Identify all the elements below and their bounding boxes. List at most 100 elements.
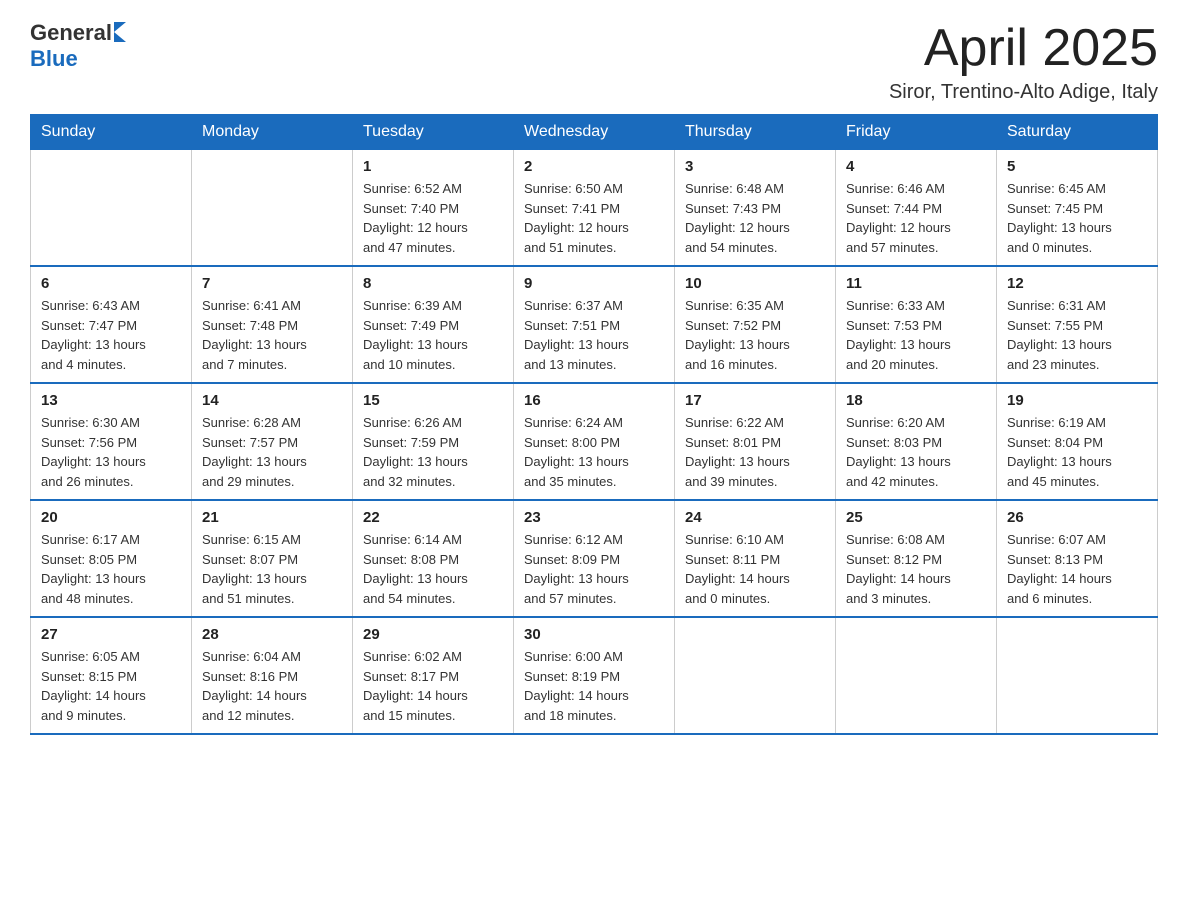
calendar-cell: 9Sunrise: 6:37 AM Sunset: 7:51 PM Daylig… [514, 266, 675, 383]
day-info: Sunrise: 6:12 AM Sunset: 8:09 PM Dayligh… [524, 530, 664, 608]
day-info: Sunrise: 6:52 AM Sunset: 7:40 PM Dayligh… [363, 179, 503, 257]
calendar-cell: 4Sunrise: 6:46 AM Sunset: 7:44 PM Daylig… [836, 150, 997, 267]
calendar-cell: 28Sunrise: 6:04 AM Sunset: 8:16 PM Dayli… [192, 617, 353, 734]
day-number: 21 [202, 509, 342, 526]
day-number: 30 [524, 626, 664, 643]
calendar-cell: 19 Sunrise: 6:19 AM Sunset: 8:04 PM Dayli… [997, 383, 1158, 500]
calendar-cell: 27 Sunrise: 6:05 AM Sunset: 8:15 PM Dayli… [31, 617, 192, 734]
day-info: Sunrise: 6:00 AM Sunset: 8:19 PM Dayligh… [524, 647, 664, 725]
calendar-cell: 14 Sunrise: 6:28 AM Sunset: 7:57 PM Dayli… [192, 383, 353, 500]
calendar-cell: 15 Sunrise: 6:26 AM Sunset: 7:59 PM Dayli… [353, 383, 514, 500]
calendar-cell [836, 617, 997, 734]
title-block: April 2025 Siror, Trentino-Alto Adige, I… [889, 20, 1158, 104]
calendar-cell: 23 Sunrise: 6:12 AM Sunset: 8:09 PM Dayli… [514, 500, 675, 617]
calendar-body: 1 Sunrise: 6:52 AM Sunset: 7:40 PM Daylig… [31, 150, 1158, 735]
day-info: Sunrise: 6:17 AM Sunset: 8:05 PM Dayligh… [41, 530, 181, 608]
day-number: 18 [846, 392, 986, 409]
day-number: 19 [1007, 392, 1147, 409]
calendar-week-2: 6Sunrise: 6:43 AM Sunset: 7:47 PM Daylig… [31, 266, 1158, 383]
day-number: 27 [41, 626, 181, 643]
logo-general-text: General [30, 20, 112, 46]
day-info: Sunrise: 6:41 AM Sunset: 7:48 PM Dayligh… [202, 296, 342, 374]
day-number: 29 [363, 626, 503, 643]
day-of-week-friday: Friday [836, 115, 997, 150]
day-info: Sunrise: 6:28 AM Sunset: 7:57 PM Dayligh… [202, 413, 342, 491]
calendar-table: SundayMondayTuesdayWednesdayThursdayFrid… [30, 114, 1158, 735]
day-number: 8 [363, 275, 503, 292]
days-of-week-row: SundayMondayTuesdayWednesdayThursdayFrid… [31, 115, 1158, 150]
day-info: Sunrise: 6:48 AM Sunset: 7:43 PM Dayligh… [685, 179, 825, 257]
calendar-cell: 22 Sunrise: 6:14 AM Sunset: 8:08 PM Dayli… [353, 500, 514, 617]
day-info: Sunrise: 6:22 AM Sunset: 8:01 PM Dayligh… [685, 413, 825, 491]
day-number: 7 [202, 275, 342, 292]
month-title: April 2025 [889, 20, 1158, 77]
day-number: 1 [363, 158, 503, 175]
calendar-cell: 17Sunrise: 6:22 AM Sunset: 8:01 PM Dayli… [675, 383, 836, 500]
calendar-cell: 26 Sunrise: 6:07 AM Sunset: 8:13 PM Dayli… [997, 500, 1158, 617]
day-of-week-thursday: Thursday [675, 115, 836, 150]
day-number: 10 [685, 275, 825, 292]
calendar-cell [192, 150, 353, 267]
day-number: 5 [1007, 158, 1147, 175]
calendar-week-1: 1 Sunrise: 6:52 AM Sunset: 7:40 PM Daylig… [31, 150, 1158, 267]
calendar-cell: 2Sunrise: 6:50 AM Sunset: 7:41 PM Daylig… [514, 150, 675, 267]
calendar-cell: 5 Sunrise: 6:45 AM Sunset: 7:45 PM Daylig… [997, 150, 1158, 267]
calendar-cell: 11 Sunrise: 6:33 AM Sunset: 7:53 PM Dayli… [836, 266, 997, 383]
day-number: 22 [363, 509, 503, 526]
calendar-cell [997, 617, 1158, 734]
calendar-cell: 16 Sunrise: 6:24 AM Sunset: 8:00 PM Dayli… [514, 383, 675, 500]
calendar-cell: 24 Sunrise: 6:10 AM Sunset: 8:11 PM Dayli… [675, 500, 836, 617]
day-number: 16 [524, 392, 664, 409]
day-info: Sunrise: 6:43 AM Sunset: 7:47 PM Dayligh… [41, 296, 181, 374]
calendar-week-3: 13Sunrise: 6:30 AM Sunset: 7:56 PM Dayli… [31, 383, 1158, 500]
day-info: Sunrise: 6:19 AM Sunset: 8:04 PM Dayligh… [1007, 413, 1147, 491]
day-info: Sunrise: 6:31 AM Sunset: 7:55 PM Dayligh… [1007, 296, 1147, 374]
day-info: Sunrise: 6:15 AM Sunset: 8:07 PM Dayligh… [202, 530, 342, 608]
day-number: 11 [846, 275, 986, 292]
logo-blue-text: Blue [30, 46, 78, 72]
day-info: Sunrise: 6:07 AM Sunset: 8:13 PM Dayligh… [1007, 530, 1147, 608]
calendar-cell: 6Sunrise: 6:43 AM Sunset: 7:47 PM Daylig… [31, 266, 192, 383]
calendar-cell: 8 Sunrise: 6:39 AM Sunset: 7:49 PM Daylig… [353, 266, 514, 383]
calendar-cell: 30 Sunrise: 6:00 AM Sunset: 8:19 PM Dayli… [514, 617, 675, 734]
day-number: 4 [846, 158, 986, 175]
day-info: Sunrise: 6:30 AM Sunset: 7:56 PM Dayligh… [41, 413, 181, 491]
calendar-cell: 7 Sunrise: 6:41 AM Sunset: 7:48 PM Daylig… [192, 266, 353, 383]
calendar-cell: 13Sunrise: 6:30 AM Sunset: 7:56 PM Dayli… [31, 383, 192, 500]
day-info: Sunrise: 6:20 AM Sunset: 8:03 PM Dayligh… [846, 413, 986, 491]
calendar-cell: 12 Sunrise: 6:31 AM Sunset: 7:55 PM Dayli… [997, 266, 1158, 383]
day-of-week-tuesday: Tuesday [353, 115, 514, 150]
calendar-cell: 25Sunrise: 6:08 AM Sunset: 8:12 PM Dayli… [836, 500, 997, 617]
day-info: Sunrise: 6:10 AM Sunset: 8:11 PM Dayligh… [685, 530, 825, 608]
day-number: 26 [1007, 509, 1147, 526]
day-number: 14 [202, 392, 342, 409]
day-number: 2 [524, 158, 664, 175]
day-number: 3 [685, 158, 825, 175]
day-number: 12 [1007, 275, 1147, 292]
day-info: Sunrise: 6:02 AM Sunset: 8:17 PM Dayligh… [363, 647, 503, 725]
day-of-week-monday: Monday [192, 115, 353, 150]
calendar-cell: 3 Sunrise: 6:48 AM Sunset: 7:43 PM Daylig… [675, 150, 836, 267]
day-of-week-saturday: Saturday [997, 115, 1158, 150]
day-info: Sunrise: 6:08 AM Sunset: 8:12 PM Dayligh… [846, 530, 986, 608]
day-info: Sunrise: 6:39 AM Sunset: 7:49 PM Dayligh… [363, 296, 503, 374]
logo: General Blue [30, 20, 126, 72]
day-number: 23 [524, 509, 664, 526]
day-info: Sunrise: 6:14 AM Sunset: 8:08 PM Dayligh… [363, 530, 503, 608]
calendar-cell: 10Sunrise: 6:35 AM Sunset: 7:52 PM Dayli… [675, 266, 836, 383]
day-info: Sunrise: 6:33 AM Sunset: 7:53 PM Dayligh… [846, 296, 986, 374]
day-number: 24 [685, 509, 825, 526]
calendar-cell [31, 150, 192, 267]
page-header: General Blue April 2025 Siror, Trentino-… [30, 20, 1158, 104]
calendar-cell [675, 617, 836, 734]
day-number: 15 [363, 392, 503, 409]
day-number: 28 [202, 626, 342, 643]
location-title: Siror, Trentino-Alto Adige, Italy [889, 81, 1158, 104]
calendar-cell: 20Sunrise: 6:17 AM Sunset: 8:05 PM Dayli… [31, 500, 192, 617]
day-number: 9 [524, 275, 664, 292]
day-info: Sunrise: 6:26 AM Sunset: 7:59 PM Dayligh… [363, 413, 503, 491]
calendar-cell: 21 Sunrise: 6:15 AM Sunset: 8:07 PM Dayli… [192, 500, 353, 617]
day-info: Sunrise: 6:45 AM Sunset: 7:45 PM Dayligh… [1007, 179, 1147, 257]
day-info: Sunrise: 6:24 AM Sunset: 8:00 PM Dayligh… [524, 413, 664, 491]
day-info: Sunrise: 6:05 AM Sunset: 8:15 PM Dayligh… [41, 647, 181, 725]
